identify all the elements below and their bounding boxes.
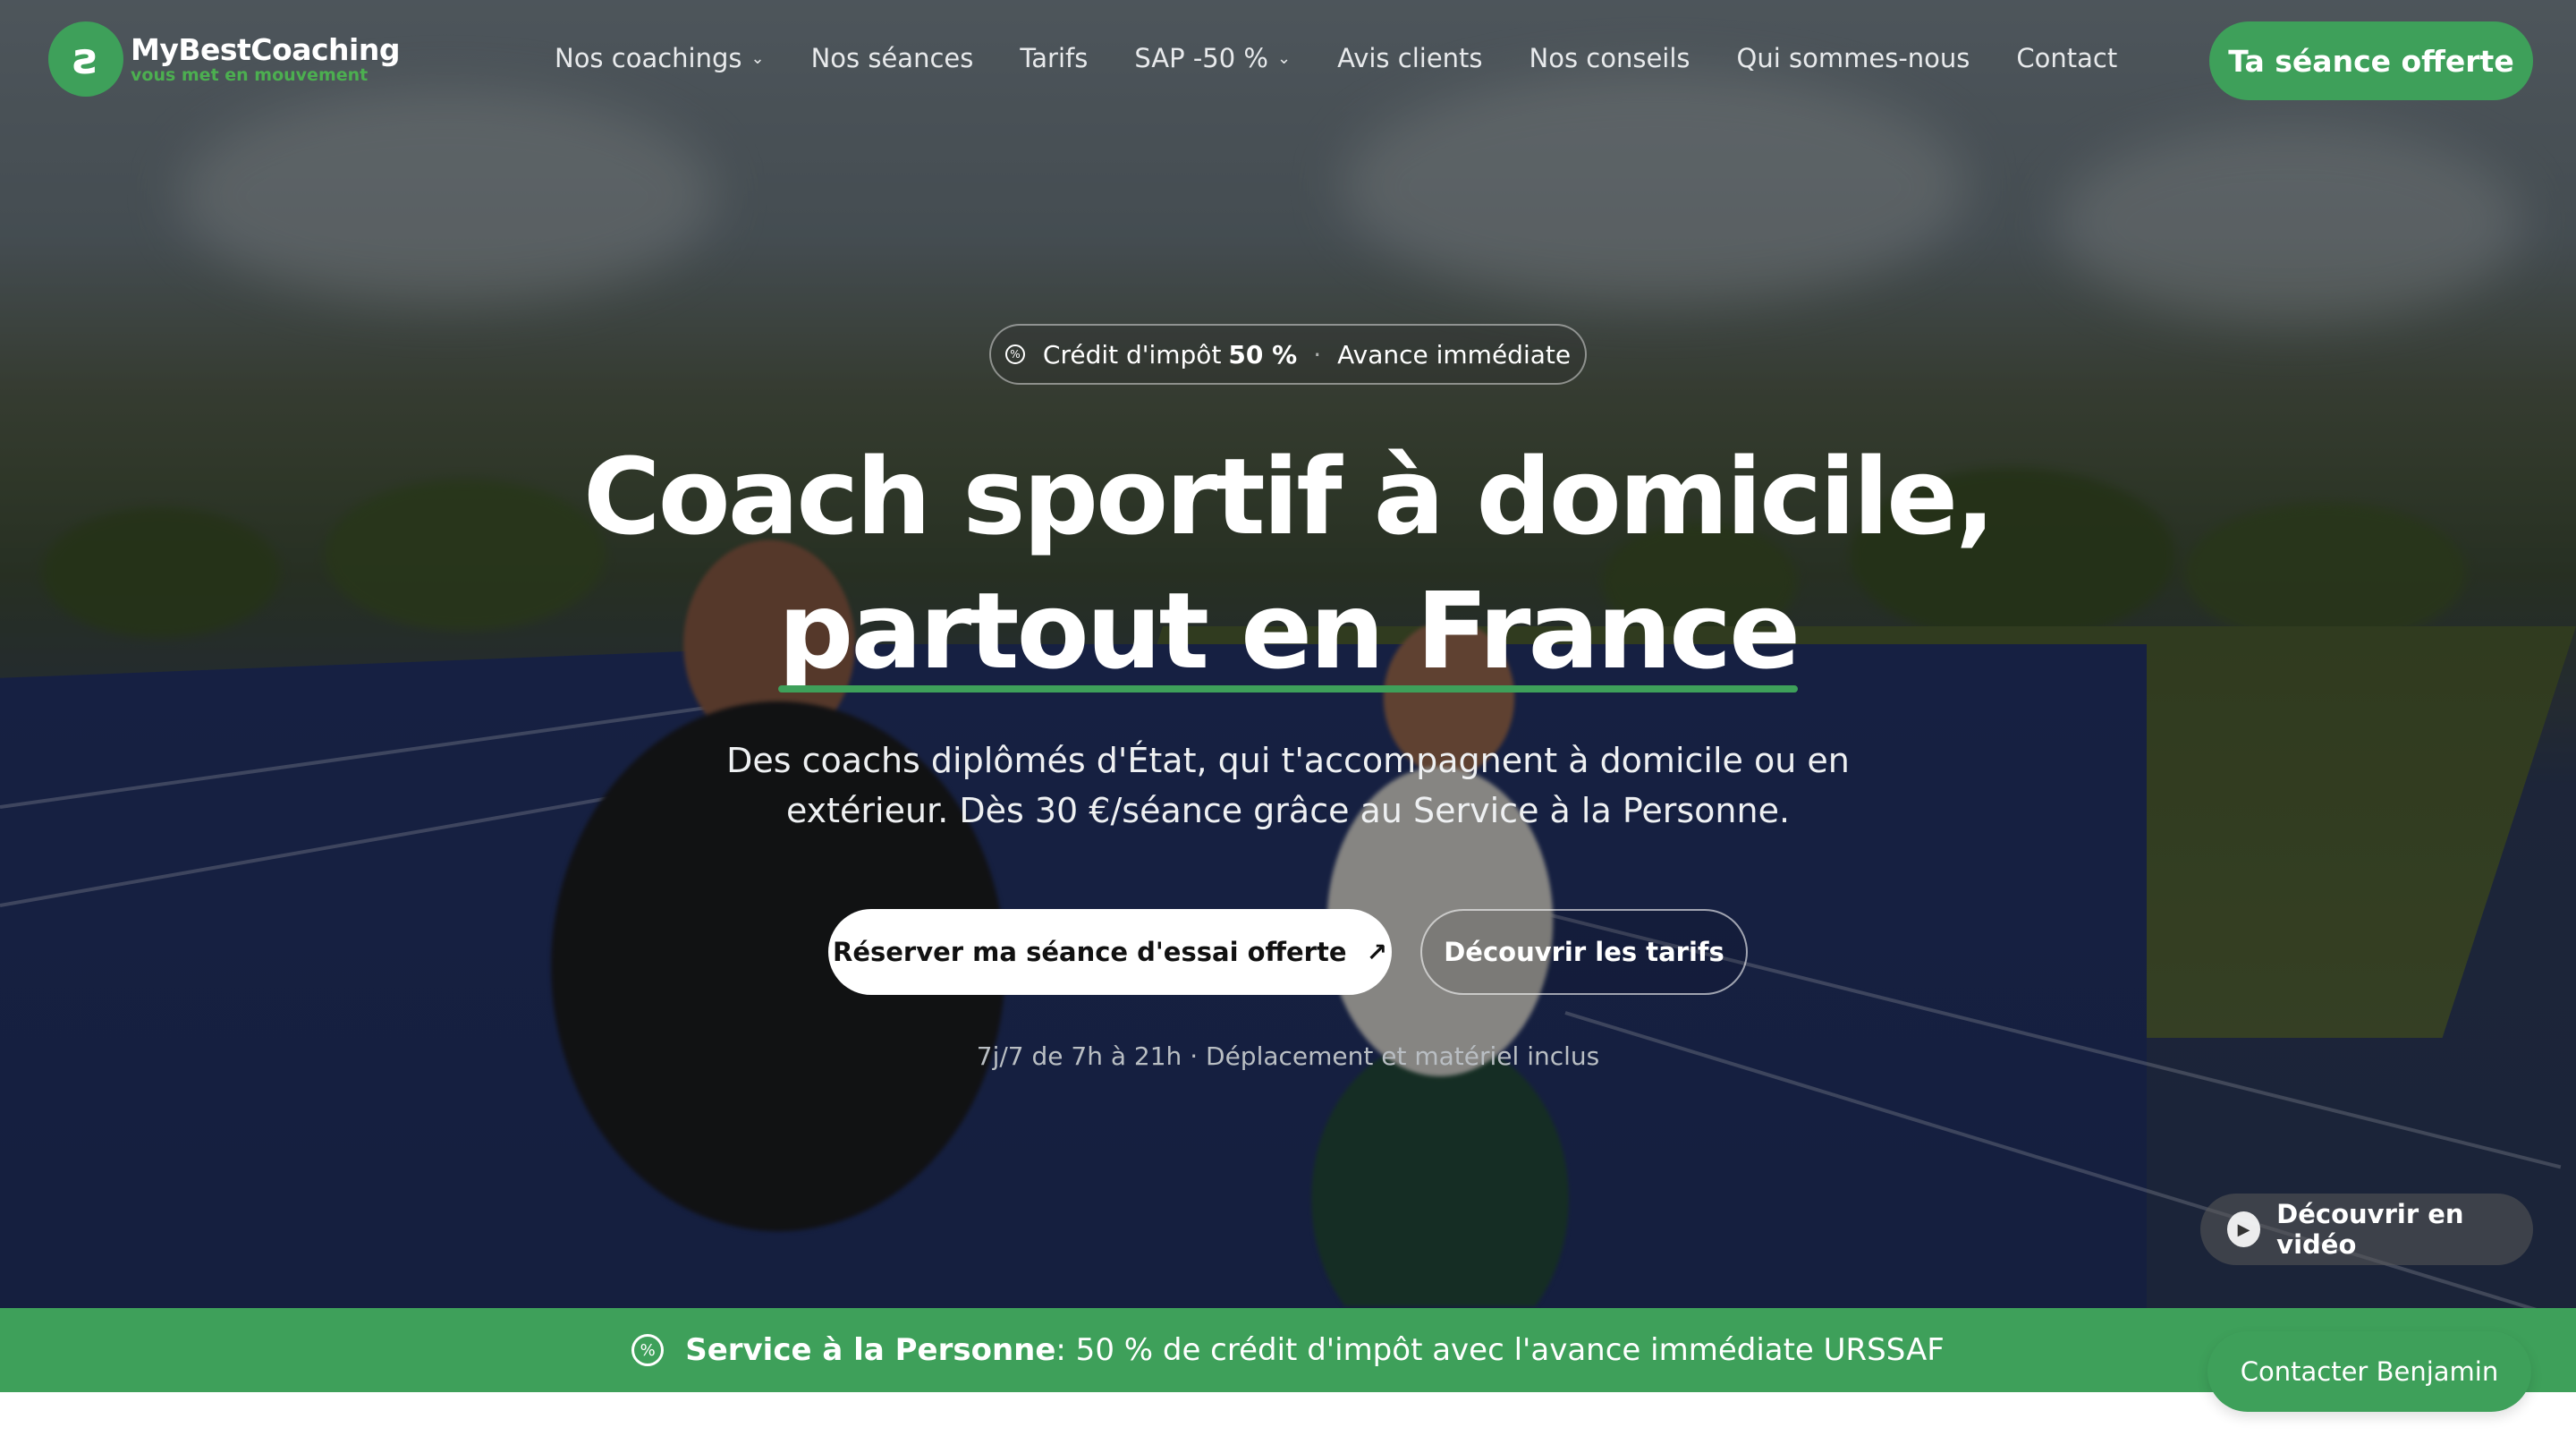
logo[interactable]: ƨ MyBestCoaching vous met en mouvement: [48, 21, 400, 97]
nav-label: Qui sommes-nous: [1736, 43, 1970, 73]
chevron-down-icon: ⌄: [1276, 48, 1292, 68]
separator-dot: ·: [1313, 339, 1322, 370]
pill-text: Crédit d'impôt: [1042, 339, 1222, 370]
banner-bold: Service à la Personne: [685, 1332, 1056, 1368]
logo-text: MyBestCoaching vous met en mouvement: [131, 32, 400, 85]
pill-value: 50 %: [1228, 339, 1298, 370]
chevron-down-icon: ⌄: [750, 48, 765, 68]
book-trial-label: Réserver ma séance d'essai offerte: [832, 937, 1347, 967]
logo-tagline: vous met en mouvement: [131, 65, 369, 85]
availability-info: 7j/7 de 7h à 21h · Déplacement et matéri…: [976, 1041, 1600, 1071]
nav-label: Contact: [2016, 43, 2118, 73]
nav-item-nos-seances[interactable]: Nos séances: [811, 43, 974, 73]
nav-label: Tarifs: [1020, 43, 1089, 73]
book-trial-button[interactable]: Réserver ma séance d'essai offerte ↗: [828, 909, 1392, 995]
logo-mark-icon: ƨ: [48, 21, 123, 97]
next-section: [0, 1392, 2576, 1453]
pill-extra: Avance immédiate: [1337, 339, 1572, 370]
nav-label: SAP -50 %: [1134, 43, 1268, 73]
hero-title-line2: partout en France: [777, 564, 1801, 698]
nav-item-tarifs[interactable]: Tarifs: [1020, 43, 1088, 73]
nav-label: Avis clients: [1337, 43, 1483, 73]
nav-label: Nos coachings: [555, 43, 742, 73]
video-label: Découvrir en vidéo: [2276, 1199, 2464, 1260]
percent-badge-icon: %: [631, 1334, 665, 1366]
discover-pricing-button[interactable]: Découvrir les tarifs: [1420, 909, 1748, 995]
hero-title: Coach sportif à domicile, partout en Fra…: [0, 429, 2576, 698]
nav-item-qui-sommes-nous[interactable]: Qui sommes-nous: [1737, 43, 1970, 73]
nav-item-nos-coachings[interactable]: Nos coachings ⌄: [555, 43, 765, 73]
percent-badge-icon: %: [1004, 344, 1025, 364]
watch-video-button[interactable]: ▶ Découvrir en vidéo: [2200, 1194, 2533, 1265]
banner-text: : 50 % de crédit d'impôt avec l'avance i…: [1055, 1332, 1945, 1368]
site-header: ƨ MyBestCoaching vous met en mouvement N…: [0, 0, 2576, 125]
logo-name: MyBestCoaching: [131, 32, 400, 67]
nav-item-contact[interactable]: Contact: [2016, 43, 2117, 73]
hero-title-line1: Coach sportif à domicile,: [583, 435, 1996, 558]
hero-subtitle: Des coachs diplômés d'État, qui t'accomp…: [726, 741, 1850, 830]
nav-item-avis-clients[interactable]: Avis clients: [1337, 43, 1482, 73]
main-nav: Nos coachings ⌄ Nos séances Tarifs SAP -…: [555, 43, 2164, 73]
tax-credit-badge: % Crédit d'impôt 50 % · Avance immédiate: [989, 324, 1587, 385]
nav-item-nos-conseils[interactable]: Nos conseils: [1530, 43, 1690, 73]
sap-banner: % Service à la Personne : 50 % de crédit…: [0, 1308, 2576, 1392]
free-session-button[interactable]: Ta séance offerte: [2209, 21, 2533, 100]
nav-label: Nos conseils: [1529, 43, 1690, 73]
nav-label: Nos séances: [810, 43, 974, 73]
play-icon: ▶: [2227, 1211, 2261, 1247]
arrow-up-right-icon: ↗: [1366, 937, 1387, 967]
contact-benjamin-button[interactable]: Contacter Benjamin: [2207, 1331, 2531, 1412]
nav-item-sap[interactable]: SAP -50 % ⌄: [1134, 43, 1291, 73]
